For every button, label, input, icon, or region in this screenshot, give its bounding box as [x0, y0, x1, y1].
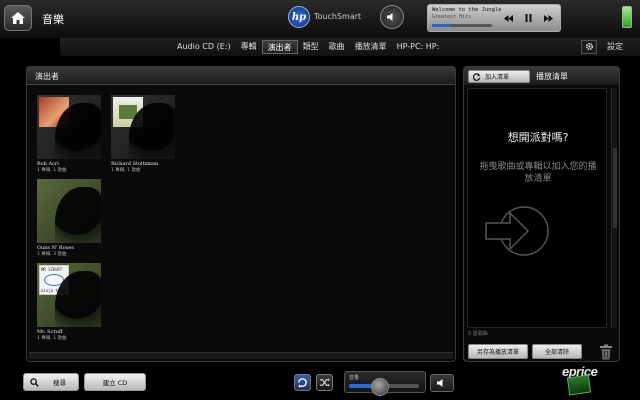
gear-icon — [585, 42, 593, 51]
speaker-icon — [387, 13, 393, 21]
volume-control: 音量 — [344, 371, 426, 396]
playlist-hint: 拖曳歌曲或專輯以加入您的播放清單 — [479, 162, 597, 184]
library-nav: Audio CD (E:) 專輯 演出者 類型 歌曲 播放清單 HP-PC: HP: 設定 — [60, 38, 640, 56]
home-icon — [11, 12, 25, 24]
mute-button[interactable] — [430, 374, 454, 392]
artists-panel-title: 演出者 — [35, 72, 59, 81]
nav-item-1[interactable]: 專輯 — [236, 40, 262, 54]
top-bar: 音樂 hp TouchSmart Welcome to the Jungle G… — [0, 0, 640, 38]
volume-slider-fill — [349, 384, 374, 388]
clear-all-button[interactable]: 全部清除 — [532, 344, 582, 359]
artist-tile-guns-n-roses[interactable]: Guns N' Roses 1 專輯, 3 歌曲 — [37, 179, 101, 257]
settings-button[interactable]: 設定 — [581, 39, 639, 54]
save-as-playlist-button[interactable]: 另存為播放清單 — [468, 344, 528, 359]
volume-button[interactable] — [380, 5, 404, 29]
nav-item-5[interactable]: 播放清單 — [350, 40, 392, 54]
now-playing-track: Welcome to the Jungle — [432, 7, 502, 13]
artist-meta: 1 專輯, 3 歌曲 — [37, 252, 67, 257]
nav-item-0[interactable]: Audio CD (E:) — [172, 40, 236, 54]
home-button[interactable] — [4, 5, 32, 31]
now-playing-progress-fill — [432, 24, 450, 27]
artist-meta: 1 專輯, 1 歌曲 — [111, 168, 141, 173]
pause-icon — [525, 14, 531, 22]
nav-item-6[interactable]: HP-PC: HP: — [392, 40, 445, 54]
pause-button[interactable] — [522, 11, 534, 25]
brand-name: TouchSmart — [314, 12, 362, 21]
cover-lettering: MR SCRUFF — [41, 267, 63, 272]
now-playing-display[interactable]: Welcome to the Jungle Greatest Hits — [427, 4, 561, 32]
shuffle-button[interactable] — [316, 374, 333, 391]
volume-label: 音量 — [349, 375, 360, 381]
next-track-button[interactable] — [542, 11, 554, 25]
playlist-panel: 加入清單 播放清單 想開派對嗎? 拖曳歌曲或專輯以加入您的播放清單 0 首歌曲 … — [463, 66, 620, 362]
app-title: 音樂 — [42, 13, 64, 26]
playlist-prompt: 想開派對嗎? — [507, 131, 569, 144]
next-track-icon — [543, 14, 553, 22]
watermark-logo: eprice — [556, 362, 634, 396]
artist-artwork — [37, 179, 101, 243]
nav-item-4[interactable]: 歌曲 — [324, 40, 350, 54]
create-cd-button[interactable]: 建立 CD — [84, 373, 146, 391]
trash-icon[interactable] — [599, 344, 613, 360]
create-cd-label: 建立 CD — [102, 379, 128, 387]
repeat-icon — [298, 378, 307, 388]
playlist-scrollbar[interactable] — [611, 88, 617, 328]
settings-label: 設定 — [607, 42, 623, 51]
artists-panel: 演出者 Bob Acri 1 專輯, 1 歌曲 Richard Stoltzma… — [26, 66, 456, 362]
volume-slider-knob[interactable] — [371, 378, 389, 396]
artist-meta: 1 專輯, 1 歌曲 — [37, 168, 67, 173]
shuffle-icon — [320, 378, 330, 387]
watermark-badge — [566, 374, 592, 396]
playlist-panel-title: 播放清單 — [536, 72, 568, 81]
previous-track-icon — [503, 14, 513, 22]
playlist-scrollbar-thumb[interactable] — [613, 148, 617, 228]
drag-arrow-icon — [485, 206, 549, 256]
artist-tile-mr-scruff[interactable]: MR SCRUFF ninja tuna Mr. Scruff 1 專輯, 1 … — [37, 263, 101, 341]
add-to-playlist-button[interactable]: 加入清單 — [468, 70, 530, 83]
repeat-button[interactable] — [294, 374, 311, 391]
artist-artwork — [111, 95, 175, 159]
artist-artwork — [37, 95, 101, 159]
search-icon — [30, 377, 39, 387]
add-to-playlist-label: 加入清單 — [485, 74, 510, 81]
artists-horizontal-scrollbar[interactable] — [29, 352, 453, 359]
now-playing-album: Greatest Hits — [432, 14, 472, 20]
artist-artwork: MR SCRUFF ninja tuna — [37, 263, 101, 327]
artist-tile-bob-acri[interactable]: Bob Acri 1 專輯, 1 歌曲 — [37, 95, 101, 173]
artists-panel-header: 演出者 — [27, 67, 455, 85]
search-button[interactable]: 搜尋 — [23, 373, 79, 391]
nav-item-2[interactable]: 演出者 — [261, 40, 298, 54]
refresh-icon — [473, 72, 481, 81]
playlist-song-count: 0 首歌曲 — [468, 331, 488, 337]
playlist-drop-area[interactable]: 想開派對嗎? 拖曳歌曲或專輯以加入您的播放清單 — [467, 88, 607, 328]
artist-meta: 1 專輯, 1 歌曲 — [37, 336, 67, 341]
battery-icon — [622, 6, 632, 28]
now-playing-progress[interactable] — [432, 24, 492, 27]
previous-track-button[interactable] — [502, 11, 514, 25]
artist-tile-richard-stoltzman[interactable]: Richard Stoltzman 1 專輯, 1 歌曲 — [111, 95, 175, 173]
search-label: 搜尋 — [53, 379, 66, 387]
playlist-panel-header: 加入清單 播放清單 — [464, 67, 619, 85]
hp-logo: hp — [288, 6, 310, 28]
speaker-icon — [437, 379, 443, 387]
nav-item-3[interactable]: 類型 — [298, 40, 324, 54]
